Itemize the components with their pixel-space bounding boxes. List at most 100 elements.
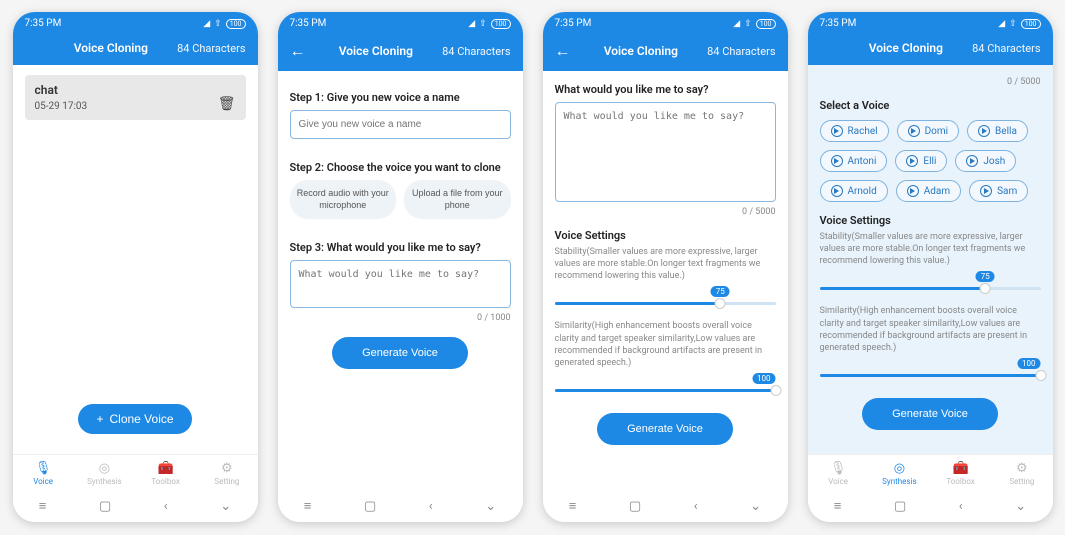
play-icon — [907, 185, 919, 197]
voice-chip-josh[interactable]: Josh — [955, 150, 1016, 172]
battery-icon: 100 — [226, 19, 246, 29]
phone-screen-4: 7:35 PM ◢ ⇧ 100 Voice Cloning 84 Charact… — [808, 12, 1053, 522]
sys-back-icon[interactable]: ‹ — [429, 499, 433, 514]
upload-file-button[interactable]: Upload a file from your phone — [404, 180, 511, 219]
toolbox-icon: 🧰 — [930, 461, 991, 476]
battery-icon: 100 — [1021, 19, 1041, 29]
sys-menu-icon[interactable]: ≡ — [569, 498, 577, 514]
stability-slider[interactable]: 75 — [820, 271, 1041, 297]
back-button[interactable]: ← — [290, 41, 310, 61]
similarity-slider[interactable]: 100 — [820, 358, 1041, 384]
similarity-slider[interactable]: 100 — [555, 373, 776, 399]
voice-chip-elli[interactable]: Elli — [895, 150, 947, 172]
generate-voice-button[interactable]: Generate Voice — [332, 337, 468, 369]
app-header: Voice Cloning 84 Characters — [808, 33, 1053, 65]
gear-icon: ⚙ — [991, 461, 1052, 476]
mic-icon: 🎙 — [808, 461, 869, 476]
status-time: 7:35 PM — [25, 18, 62, 29]
back-button[interactable]: ← — [555, 41, 575, 61]
stability-value: 75 — [976, 271, 995, 282]
voice-chip-label: Sam — [997, 186, 1017, 197]
play-icon — [831, 155, 843, 167]
app-header: ← Voice Cloning 84 Characters — [543, 33, 788, 71]
voice-chip-sam[interactable]: Sam — [969, 180, 1028, 202]
sys-menu-icon[interactable]: ≡ — [304, 498, 312, 514]
say-text-input[interactable] — [290, 260, 511, 308]
sys-home-icon[interactable]: ▢ — [894, 499, 906, 514]
clone-voice-button[interactable]: + Clone Voice — [78, 404, 191, 434]
header-chars[interactable]: 84 Characters — [177, 42, 245, 55]
stability-slider[interactable]: 75 — [555, 286, 776, 312]
sys-recent-icon[interactable]: ⌄ — [1015, 499, 1026, 514]
system-nav: ≡ ▢ ‹ ⌄ — [808, 492, 1053, 522]
voice-chip-antoni[interactable]: Antoni — [820, 150, 888, 172]
sys-home-icon[interactable]: ▢ — [364, 499, 376, 514]
char-counter: 0 / 1000 — [290, 313, 511, 323]
content-area: chat 05-29 17:03 🗑 — [13, 65, 258, 454]
clone-voice-label: Clone Voice — [109, 412, 173, 426]
phone-screen-2: 7:35 PM ◢ ⇧ 100 ← Voice Cloning 84 Chara… — [278, 12, 523, 522]
status-icons: ◢ ⇧ 100 — [203, 19, 245, 29]
sys-back-icon[interactable]: ‹ — [694, 499, 698, 514]
step1-label: Step 1: Give you new voice a name — [290, 91, 511, 104]
sys-home-icon[interactable]: ▢ — [99, 499, 111, 514]
voice-list-item[interactable]: chat 05-29 17:03 🗑 — [25, 75, 246, 120]
step2-label: Step 2: Choose the voice you want to clo… — [290, 161, 511, 174]
synthesis-icon: ◎ — [869, 461, 930, 476]
generate-voice-button[interactable]: Generate Voice — [862, 398, 998, 430]
similarity-value: 100 — [752, 373, 776, 384]
status-icons: ◢ ⇧ 100 — [468, 19, 510, 29]
sys-back-icon[interactable]: ‹ — [959, 499, 963, 514]
sys-back-icon[interactable]: ‹ — [164, 499, 168, 514]
wifi-icon: ⇧ — [1009, 19, 1017, 29]
nav-voice[interactable]: 🎙Voice — [13, 455, 74, 492]
nav-setting[interactable]: ⚙Setting — [991, 455, 1052, 492]
similarity-desc: Similarity(High enhancement boosts overa… — [820, 305, 1041, 354]
play-icon — [831, 185, 843, 197]
prompt-label: What would you like me to say? — [555, 83, 776, 96]
voice-chip-label: Arnold — [848, 186, 877, 197]
header-chars[interactable]: 84 Characters — [972, 42, 1040, 55]
sys-home-icon[interactable]: ▢ — [629, 499, 641, 514]
sys-recent-icon[interactable]: ⌄ — [220, 499, 231, 514]
voice-chip-domi[interactable]: Domi — [897, 120, 959, 142]
generate-voice-button[interactable]: Generate Voice — [597, 413, 733, 445]
clone-voice-wrap: + Clone Voice — [13, 404, 258, 434]
system-nav: ≡ ▢ ‹ ⌄ — [543, 492, 788, 522]
header-chars[interactable]: 84 Characters — [707, 45, 775, 58]
sys-menu-icon[interactable]: ≡ — [834, 498, 842, 514]
stability-desc: Stability(Smaller values are more expres… — [555, 246, 776, 282]
wifi-icon: ⇧ — [744, 19, 752, 29]
voice-chip-bella[interactable]: Bella — [967, 120, 1028, 142]
wifi-icon: ⇧ — [479, 19, 487, 29]
voice-chip-arnold[interactable]: Arnold — [820, 180, 888, 202]
status-bar: 7:35 PM ◢ ⇧ 100 — [543, 12, 788, 33]
say-text-input[interactable] — [555, 102, 776, 202]
header-chars[interactable]: 84 Characters — [442, 45, 510, 58]
delete-icon[interactable]: 🗑 — [218, 96, 236, 112]
sys-menu-icon[interactable]: ≡ — [39, 498, 47, 514]
voice-chip-label: Josh — [983, 156, 1005, 167]
synthesis-icon: ◎ — [74, 461, 135, 476]
voice-name-input[interactable] — [290, 110, 511, 139]
select-voice-title: Select a Voice — [820, 99, 1041, 112]
nav-synthesis[interactable]: ◎Synthesis — [869, 455, 930, 492]
status-time: 7:35 PM — [290, 18, 327, 29]
header-title: Voice Cloning — [45, 41, 178, 55]
content-area: What would you like me to say? 0 / 5000 … — [543, 71, 788, 492]
record-audio-button[interactable]: Record audio with your microphone — [290, 180, 397, 219]
sys-recent-icon[interactable]: ⌄ — [750, 499, 761, 514]
voice-chip-adam[interactable]: Adam — [896, 180, 961, 202]
nav-toolbox[interactable]: 🧰Toolbox — [135, 455, 196, 492]
status-time: 7:35 PM — [820, 18, 857, 29]
voice-settings-title: Voice Settings — [820, 214, 1041, 227]
sys-recent-icon[interactable]: ⌄ — [485, 499, 496, 514]
voice-chip-rachel[interactable]: Rachel — [820, 120, 889, 142]
bottom-nav: 🎙Voice ◎Synthesis 🧰Toolbox ⚙Setting — [13, 454, 258, 492]
nav-setting[interactable]: ⚙Setting — [196, 455, 257, 492]
nav-voice[interactable]: 🎙Voice — [808, 455, 869, 492]
battery-icon: 100 — [756, 19, 776, 29]
nav-synthesis[interactable]: ◎Synthesis — [74, 455, 135, 492]
voice-chip-label: Bella — [995, 126, 1017, 137]
nav-toolbox[interactable]: 🧰Toolbox — [930, 455, 991, 492]
